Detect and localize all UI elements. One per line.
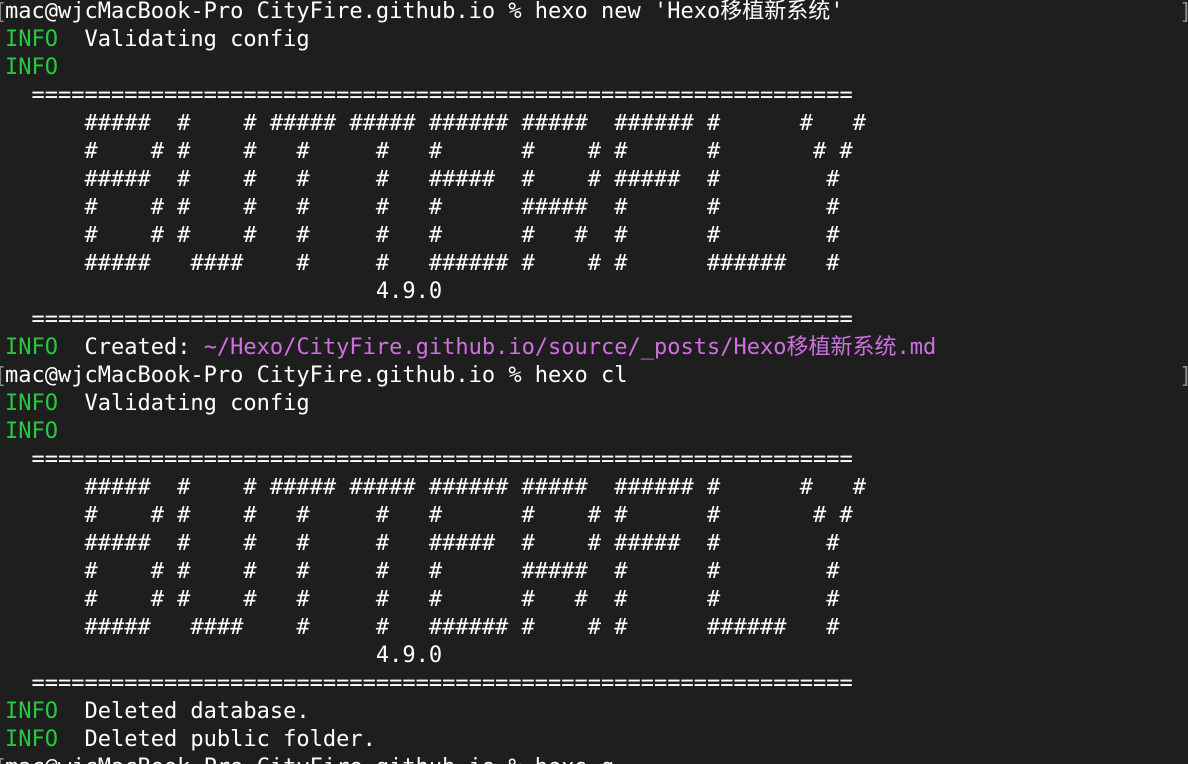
banner-text: ========================================…: [5, 307, 853, 332]
banner-text: ##### # # ##### ##### ###### ##### #####…: [5, 475, 866, 500]
log-level-tag: INFO: [5, 55, 58, 80]
banner-text: # # # # # # # # # # # #: [5, 223, 840, 248]
log-level-tag: INFO: [5, 391, 58, 416]
prompt-marker-left: [: [0, 364, 7, 389]
log-line: INFO Deleted public folder.: [5, 726, 936, 754]
banner-line: ##### # # ##### ##### ###### ##### #####…: [5, 474, 936, 502]
banner-text: ##### # # # # ##### # # ##### # #: [5, 531, 840, 556]
banner-line: 4.9.0: [5, 278, 936, 306]
log-level-tag: INFO: [5, 27, 58, 52]
prompt-marker-right: ]: [1179, 364, 1188, 389]
banner-text: # # # # # # # ##### # # #: [5, 559, 840, 584]
banner-text: ##### #### # # ###### # # # ###### #: [5, 251, 840, 276]
banner-line: ##### # # # # ##### # # ##### # #: [5, 166, 936, 194]
banner-text: # # # # # # # # # # # #: [5, 587, 840, 612]
command-text: mac@wjcMacBook-Pro CityFire.github.io % …: [5, 363, 628, 388]
terminal-window[interactable]: mac@wjcMacBook-Pro CityFire.github.io % …: [0, 0, 1188, 764]
log-line: INFO Created: ~/Hexo/CityFire.github.io/…: [5, 334, 936, 362]
command-text: mac@wjcMacBook-Pro CityFire.github.io % …: [5, 0, 844, 24]
banner-text: ========================================…: [5, 447, 853, 472]
prompt-marker-left: [: [0, 0, 7, 25]
banner-line: ========================================…: [5, 306, 936, 334]
banner-line: # # # # # # # # # # # # #: [5, 502, 936, 530]
banner-line: # # # # # # # # # # # #: [5, 222, 936, 250]
banner-text: # # # # # # # # # # # # #: [5, 139, 853, 164]
log-level-tag: INFO: [5, 335, 58, 360]
log-message: Created:: [57, 335, 204, 360]
banner-line: 4.9.0: [5, 642, 936, 670]
log-level-tag: INFO: [5, 727, 58, 752]
log-line: INFO: [5, 54, 936, 82]
banner-line: ========================================…: [5, 670, 936, 698]
banner-text: ========================================…: [5, 671, 853, 696]
command-prompt-line: mac@wjcMacBook-Pro CityFire.github.io % …: [5, 0, 936, 26]
log-message: Deleted public folder.: [57, 727, 376, 752]
banner-line: # # # # # # # ##### # # #: [5, 558, 936, 586]
command-prompt-line: mac@wjcMacBook-Pro CityFire.github.io % …: [5, 754, 936, 764]
log-message: Deleted database.: [57, 699, 310, 724]
command-text: mac@wjcMacBook-Pro CityFire.github.io % …: [5, 755, 614, 764]
banner-text: ========================================…: [5, 83, 853, 108]
banner-line: ========================================…: [5, 82, 936, 110]
banner-line: # # # # # # # ##### # # #: [5, 194, 936, 222]
log-line: INFO: [5, 418, 936, 446]
banner-text: ##### # # # # ##### # # ##### # #: [5, 167, 840, 192]
banner-line: ##### # # ##### ##### ###### ##### #####…: [5, 110, 936, 138]
banner-line: # # # # # # # # # # # # #: [5, 138, 936, 166]
log-line: INFO Validating config: [5, 390, 936, 418]
log-level-tag: INFO: [5, 419, 58, 444]
banner-line: ##### #### # # ###### # # # ###### #: [5, 250, 936, 278]
banner-text: # # # # # # # # # # # # #: [5, 503, 853, 528]
command-prompt-line: mac@wjcMacBook-Pro CityFire.github.io % …: [5, 362, 936, 390]
banner-text: # # # # # # # ##### # # #: [5, 195, 840, 220]
banner-text: ##### #### # # ###### # # # ###### #: [5, 615, 840, 640]
banner-line: ========================================…: [5, 446, 936, 474]
file-path[interactable]: ~/Hexo/CityFire.github.io/source/_posts/…: [204, 335, 937, 360]
banner-line: # # # # # # # # # # # #: [5, 586, 936, 614]
prompt-marker-right: ]: [1179, 0, 1188, 25]
log-line: INFO Validating config: [5, 26, 936, 54]
banner-line: ##### # # # # ##### # # ##### # #: [5, 530, 936, 558]
banner-line: ##### #### # # ###### # # # ###### #: [5, 614, 936, 642]
banner-text: 4.9.0: [5, 279, 443, 304]
banner-text: ##### # # ##### ##### ###### ##### #####…: [5, 111, 866, 136]
log-message: Validating config: [57, 391, 310, 416]
prompt-marker-left: [: [0, 756, 7, 764]
log-message: Validating config: [57, 27, 310, 52]
terminal-output: mac@wjcMacBook-Pro CityFire.github.io % …: [5, 0, 936, 764]
banner-text: 4.9.0: [5, 643, 443, 668]
log-line: INFO Deleted database.: [5, 698, 936, 726]
log-level-tag: INFO: [5, 699, 58, 724]
